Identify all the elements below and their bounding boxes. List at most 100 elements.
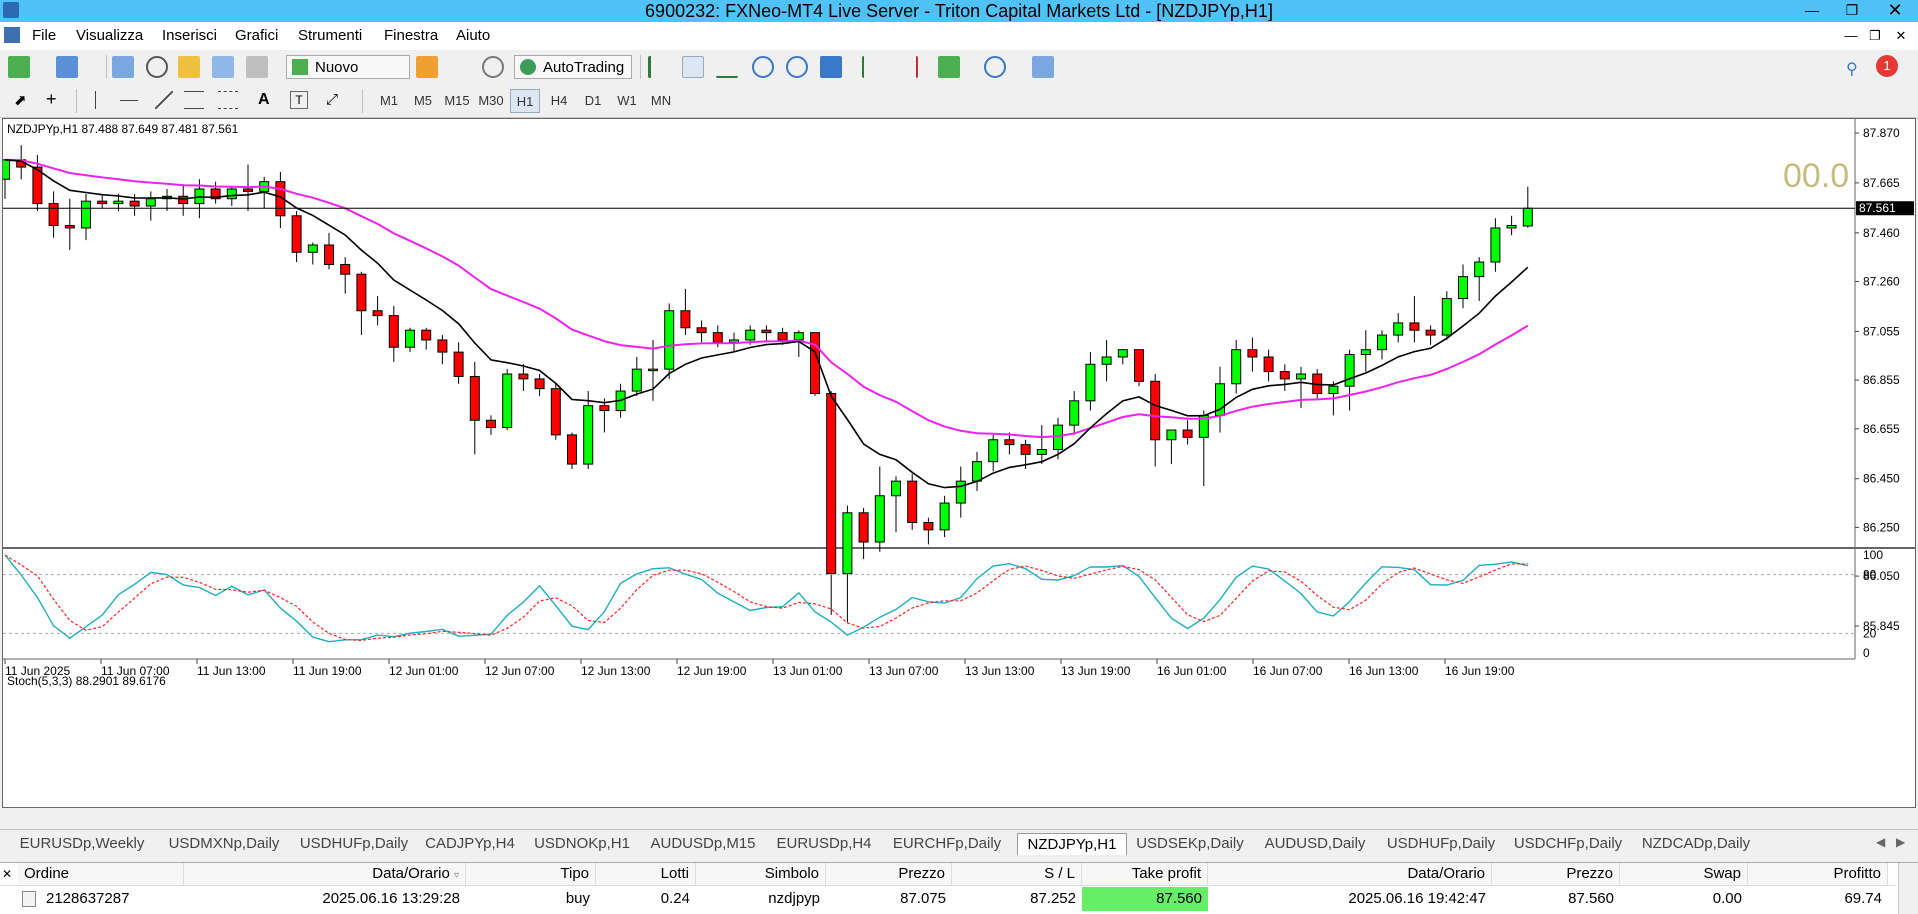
terminal-close-icon[interactable]: ✕ <box>2 867 12 881</box>
zoom-out-icon[interactable] <box>786 56 808 78</box>
periods-icon[interactable] <box>984 56 1006 78</box>
chart-tab[interactable]: USDMXNp,Daily <box>156 833 292 855</box>
metaeditor-icon[interactable] <box>416 56 438 78</box>
chart-tab[interactable]: EURUSDp,Weekly <box>8 833 156 855</box>
candle-body <box>324 244 334 265</box>
price-chart[interactable]: 87.870 87.665 87.460 87.260 87.055 86.855 86.6… <box>3 119 1915 807</box>
price-tick-label: 87.870 <box>1863 126 1900 140</box>
chart-tab[interactable]: AUDUSDp,M15 <box>640 833 766 855</box>
chart-tab[interactable]: EURUSDp,H4 <box>766 833 882 855</box>
terminal-scrollbar[interactable] <box>1898 863 1918 914</box>
standard-toolbar: Nuovo ordine AutoTrading ⚲ 1 <box>0 50 1918 100</box>
tab-scroll-left-icon[interactable]: ◀ <box>1876 835 1885 849</box>
chart-tab[interactable]: AUDUSD,Daily <box>1253 833 1377 855</box>
menu-file[interactable]: File <box>32 27 56 44</box>
col-header-profitto[interactable]: Profitto <box>1748 863 1888 885</box>
time-label: 11 Jun 19:00 <box>293 664 362 678</box>
trendline-icon[interactable] <box>155 91 173 109</box>
col-header-take-profit[interactable]: Take profit <box>1082 863 1208 885</box>
new-order-button[interactable]: Nuovo ordine <box>286 55 410 100</box>
indicators-icon[interactable] <box>938 56 960 78</box>
menu-aiuto[interactable]: Aiuto <box>456 27 490 44</box>
col-header-lotti[interactable]: Lotti <box>596 863 696 885</box>
candlestick-icon[interactable] <box>682 56 704 78</box>
chart-tab[interactable]: EURCHFp,Daily <box>882 833 1012 855</box>
candle-body <box>3 159 10 180</box>
menu-visualizza[interactable]: Visualizza <box>76 27 143 44</box>
arrows-icon[interactable]: ⤢ <box>326 91 338 108</box>
chart-tab[interactable]: USDNOKp,H1 <box>524 833 640 855</box>
vertical-line-icon[interactable] <box>95 91 96 109</box>
menu-inserisci[interactable]: Inserisci <box>162 27 217 44</box>
market-watch-icon[interactable] <box>112 56 134 78</box>
chart-tab[interactable]: CADJPYp,H4 <box>416 833 524 855</box>
col-header-data-orario-2[interactable]: Data/Orario <box>1208 863 1492 885</box>
alerts-icon[interactable]: 1 <box>1876 55 1898 77</box>
candle-body <box>1328 385 1339 394</box>
col-header-data-orario[interactable]: Data/Orario ▿ <box>184 863 466 885</box>
col-header-prezzo-2[interactable]: Prezzo <box>1492 863 1620 885</box>
minimize-button[interactable]: — <box>1792 0 1832 20</box>
tile-windows-icon[interactable] <box>820 56 842 78</box>
mdi-close-button[interactable]: ✕ <box>1890 26 1912 46</box>
fibonacci-icon[interactable] <box>218 91 238 109</box>
tf-m1[interactable]: M1 <box>374 89 404 113</box>
new-chart-icon[interactable] <box>8 56 30 78</box>
chart-tab-active[interactable]: NZDJPYp,H1 <box>1017 833 1127 855</box>
col-header-prezzo[interactable]: Prezzo <box>826 863 952 885</box>
order-id[interactable]: 2128637287 <box>40 887 184 911</box>
candle-body <box>1247 349 1258 358</box>
col-header-tipo[interactable]: Tipo <box>466 863 596 885</box>
chart-tab[interactable]: USDHUFp,Daily <box>292 833 416 855</box>
terminal-icon[interactable] <box>212 56 234 78</box>
chart-tab[interactable]: NZDCADp,Daily <box>1631 833 1761 855</box>
bar-chart-icon[interactable] <box>648 56 670 78</box>
search-icon[interactable]: ⚲ <box>1846 59 1858 79</box>
tf-m15[interactable]: M15 <box>442 89 472 113</box>
signals-icon[interactable] <box>482 56 504 78</box>
maximize-button[interactable]: ❐ <box>1832 0 1872 20</box>
col-header-simbolo[interactable]: Simbolo <box>696 863 826 885</box>
mdi-restore-button[interactable]: ❐ <box>1864 26 1886 46</box>
tab-scroll-right-icon[interactable]: ▶ <box>1896 835 1905 849</box>
navigator-icon[interactable] <box>178 56 200 78</box>
mdi-minimize-button[interactable]: — <box>1840 26 1862 46</box>
order-symbol: nzdjpyp <box>768 890 820 907</box>
close-button[interactable]: ✕ <box>1875 0 1915 20</box>
chart-tab[interactable]: USDHUFp,Daily <box>1377 833 1505 855</box>
zoom-in-icon[interactable] <box>752 56 774 78</box>
scroll-chart-icon[interactable] <box>862 56 884 78</box>
autotrading-button[interactable]: AutoTrading <box>514 55 632 79</box>
col-header-sl[interactable]: S / L <box>952 863 1082 885</box>
time-label: 16 Jun 19:00 <box>1445 664 1515 678</box>
chart-window[interactable]: 87.870 87.665 87.460 87.260 87.055 86.855 86.6… <box>2 118 1916 808</box>
tf-m5[interactable]: M5 <box>408 89 438 113</box>
chart-tab[interactable]: USDSEKp,Daily <box>1127 833 1253 855</box>
col-header-swap[interactable]: Swap <box>1620 863 1748 885</box>
tf-m30[interactable]: M30 <box>476 89 506 113</box>
sort-icon: ▿ <box>453 870 459 881</box>
chart-shift-icon[interactable] <box>896 56 918 78</box>
tester-icon[interactable] <box>246 56 268 78</box>
menu-strumenti[interactable]: Strumenti <box>298 27 362 44</box>
text-icon[interactable]: A <box>258 91 270 109</box>
tf-w1[interactable]: W1 <box>612 89 642 113</box>
text-label-icon[interactable]: T <box>290 91 308 109</box>
crosshair-icon[interactable] <box>146 56 168 78</box>
col-header-ordine[interactable]: Ordine <box>18 863 184 885</box>
cursor-icon[interactable]: ⬈ <box>14 91 27 109</box>
tf-h1[interactable]: H1 <box>510 89 540 113</box>
tf-h4[interactable]: H4 <box>544 89 574 113</box>
templates-icon[interactable] <box>1032 56 1054 78</box>
tf-d1[interactable]: D1 <box>578 89 608 113</box>
chart-tab[interactable]: USDCHFp,Daily <box>1505 833 1631 855</box>
profiles-icon[interactable] <box>56 56 78 78</box>
line-chart-icon[interactable] <box>716 56 738 78</box>
equidistant-channel-icon[interactable] <box>184 91 204 109</box>
crosshair-tool-icon[interactable]: + <box>46 89 57 110</box>
candle-body <box>502 373 513 429</box>
menu-grafici[interactable]: Grafici <box>235 27 278 44</box>
horizontal-line-icon[interactable] <box>120 100 138 101</box>
menu-finestra[interactable]: Finestra <box>384 27 438 44</box>
tf-mn[interactable]: MN <box>646 89 676 113</box>
